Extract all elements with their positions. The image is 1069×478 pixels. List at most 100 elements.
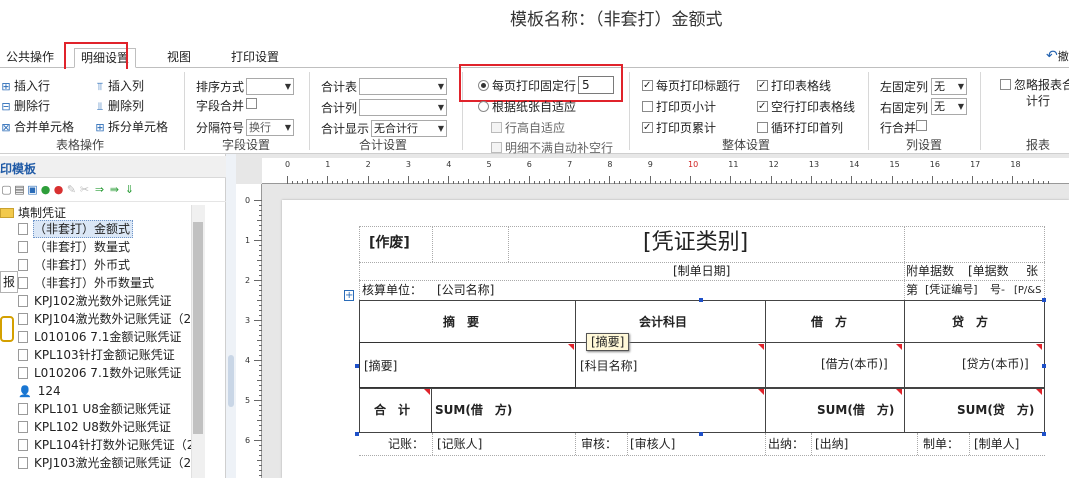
resize-handle[interactable] bbox=[355, 432, 359, 436]
sort-select[interactable] bbox=[246, 78, 294, 95]
resize-handle[interactable] bbox=[1042, 432, 1046, 436]
resize-handle[interactable] bbox=[699, 432, 703, 436]
move-handle-icon[interactable]: + bbox=[344, 290, 354, 301]
ruler-label: 15 bbox=[889, 160, 900, 169]
row-height-adaptive-checkbox[interactable]: 行高自适应 bbox=[491, 120, 565, 136]
total-debit-text[interactable]: SUM(借 方) bbox=[435, 403, 512, 417]
empty-row-lines-checkbox[interactable]: 空行打印表格线 bbox=[757, 99, 855, 115]
ruler-tick bbox=[257, 300, 262, 301]
voucher-type-field[interactable]: [凭证类别] bbox=[643, 230, 748, 256]
open-icon[interactable]: ▤ bbox=[13, 183, 26, 197]
splitter-handle[interactable] bbox=[228, 355, 234, 407]
tab-view[interactable]: 视图 bbox=[161, 48, 197, 68]
cell-marker bbox=[1036, 344, 1042, 350]
debit-cell[interactable]: [借方(本币)] bbox=[821, 357, 888, 371]
tree-item[interactable]: KPL104针打数外记账凭证（2 bbox=[18, 437, 194, 454]
tab-print-settings[interactable]: 打印设置 bbox=[225, 48, 285, 68]
delete-icon[interactable]: ● bbox=[52, 183, 65, 197]
separator-select[interactable]: 换行 bbox=[246, 119, 294, 136]
tree-item[interactable]: 👤 124 bbox=[18, 383, 61, 400]
tree-item[interactable]: KPJ103激光金额记账凭证（2 bbox=[18, 455, 191, 472]
cut-icon[interactable]: ✂ bbox=[78, 183, 91, 197]
field-merge-checkbox[interactable] bbox=[246, 96, 260, 112]
ruler-tick bbox=[259, 390, 262, 391]
ruler-tick bbox=[458, 181, 460, 184]
tree-item[interactable]: KPL103针打金额记账凭证 bbox=[18, 347, 175, 364]
ruler-tick bbox=[846, 181, 848, 184]
ruler-tick bbox=[259, 430, 262, 431]
save-icon[interactable]: ▣ bbox=[26, 183, 39, 197]
ignore-total-checkbox[interactable]: 忽略报表合 bbox=[1000, 77, 1069, 93]
tree-item[interactable]: L010206 7.1数外记账凭证 bbox=[18, 365, 181, 382]
merge-cells-button[interactable]: ⊠ 合并单元格 bbox=[0, 119, 74, 136]
total-display-select[interactable]: 无合计行 bbox=[371, 120, 447, 137]
split-cells-button[interactable]: ⊞ 拆分单元格 bbox=[94, 119, 168, 136]
bookkeeper-field[interactable]: [记账人] bbox=[437, 437, 482, 451]
ruler-tick bbox=[599, 181, 601, 184]
total-table-select[interactable] bbox=[359, 78, 447, 95]
auditor-field[interactable]: [审核人] bbox=[630, 437, 675, 451]
tree-item[interactable]: KPJ104激光数外记账凭证（2 bbox=[18, 311, 191, 328]
page-field[interactable]: [P/&S bbox=[1014, 284, 1041, 298]
number-field[interactable]: [凭证编号] bbox=[925, 283, 978, 297]
ruler-tick bbox=[312, 181, 314, 184]
print-subtotal-checkbox[interactable]: 打印页小计 bbox=[642, 99, 716, 115]
insert-row-button[interactable]: ⊞ 插入行 bbox=[0, 78, 50, 95]
loop-first-col-checkbox[interactable]: 循环打印首列 bbox=[757, 120, 843, 136]
company-field[interactable]: [公司名称] bbox=[437, 283, 494, 297]
total-credit-cell[interactable]: SUM(贷 方) bbox=[957, 403, 1034, 417]
side-tab-report[interactable]: 报 bbox=[0, 271, 18, 293]
resize-handle[interactable] bbox=[1042, 298, 1046, 302]
export-icon[interactable]: ⇛ bbox=[108, 183, 121, 197]
import-icon[interactable]: ⇒ bbox=[93, 183, 106, 197]
maker-field[interactable]: [制单人] bbox=[974, 437, 1019, 451]
resize-handle[interactable] bbox=[699, 298, 703, 302]
tree-item[interactable]: （非套打）外币式 bbox=[18, 257, 130, 274]
total-col-select[interactable] bbox=[359, 99, 447, 116]
panel-splitter[interactable] bbox=[226, 154, 236, 478]
delete-col-button[interactable]: ⫫ 删除列 bbox=[94, 98, 144, 115]
move-down-icon[interactable]: ⇓ bbox=[123, 183, 136, 197]
document-icon bbox=[18, 439, 28, 451]
adaptive-radio[interactable]: 根据纸张自适应 bbox=[478, 99, 576, 115]
right-fixed-select[interactable]: 无 bbox=[931, 98, 967, 115]
tab-common[interactable]: 公共操作 bbox=[0, 48, 60, 68]
ruler-tick bbox=[851, 176, 853, 184]
tree-item[interactable]: （非套打）金额式 bbox=[18, 221, 130, 238]
tree-item[interactable]: KPL101 U8金额记账凭证 bbox=[18, 401, 171, 418]
tree-item[interactable]: KPJ102激光数外记账凭证 bbox=[18, 293, 172, 310]
print-header-checkbox[interactable]: 每页打印标题行 bbox=[642, 78, 740, 94]
row-merge-checkbox[interactable] bbox=[916, 118, 930, 134]
ruler-tick bbox=[594, 181, 596, 184]
credit-cell[interactable]: [贷方(本币)] bbox=[962, 357, 1029, 371]
attach-field[interactable]: [单据数 bbox=[968, 264, 1009, 278]
ruler-tick bbox=[254, 320, 262, 321]
tree-item[interactable]: （非套打）数量式 bbox=[18, 239, 130, 256]
left-fixed-select[interactable]: 无 bbox=[931, 78, 967, 95]
insert-col-button[interactable]: ⫪ 插入列 bbox=[94, 78, 144, 95]
resize-handle[interactable] bbox=[355, 364, 359, 368]
tree-scrollbar-thumb[interactable] bbox=[193, 222, 203, 434]
confirm-icon[interactable]: ● bbox=[39, 183, 52, 197]
date-field[interactable]: [制单日期] bbox=[673, 264, 730, 278]
edit-icon[interactable]: ✎ bbox=[65, 183, 78, 197]
guide-line bbox=[508, 226, 509, 262]
total-debit-cell[interactable]: SUM(借 方) bbox=[817, 403, 894, 417]
tree-item[interactable]: （非套打）外币数量式 bbox=[18, 275, 154, 292]
ruler-tick bbox=[317, 181, 319, 184]
ruler-tick bbox=[543, 181, 545, 184]
delete-row-button[interactable]: ⊟ 删除行 bbox=[0, 98, 50, 115]
void-field[interactable]: [作废] bbox=[369, 236, 410, 250]
new-icon[interactable]: ▢ bbox=[0, 183, 13, 197]
split-cells-icon: ⊞ bbox=[95, 121, 105, 134]
lock-icon[interactable] bbox=[0, 316, 14, 342]
cashier-field[interactable]: [出纳] bbox=[815, 437, 848, 451]
print-table-lines-checkbox[interactable]: 打印表格线 bbox=[757, 78, 831, 94]
undo-icon[interactable]: ↶撤 bbox=[1046, 48, 1069, 64]
tree-item[interactable]: L010106 7.1金额记账凭证 bbox=[18, 329, 181, 346]
print-cumulative-checkbox[interactable]: 打印页累计 bbox=[642, 120, 716, 136]
tree-item[interactable]: KPL102 U8数外记账凭证 bbox=[18, 419, 171, 436]
account-cell[interactable]: [科目名称] bbox=[580, 359, 637, 373]
ruler-tick bbox=[841, 181, 843, 184]
resize-handle[interactable] bbox=[1042, 364, 1046, 368]
